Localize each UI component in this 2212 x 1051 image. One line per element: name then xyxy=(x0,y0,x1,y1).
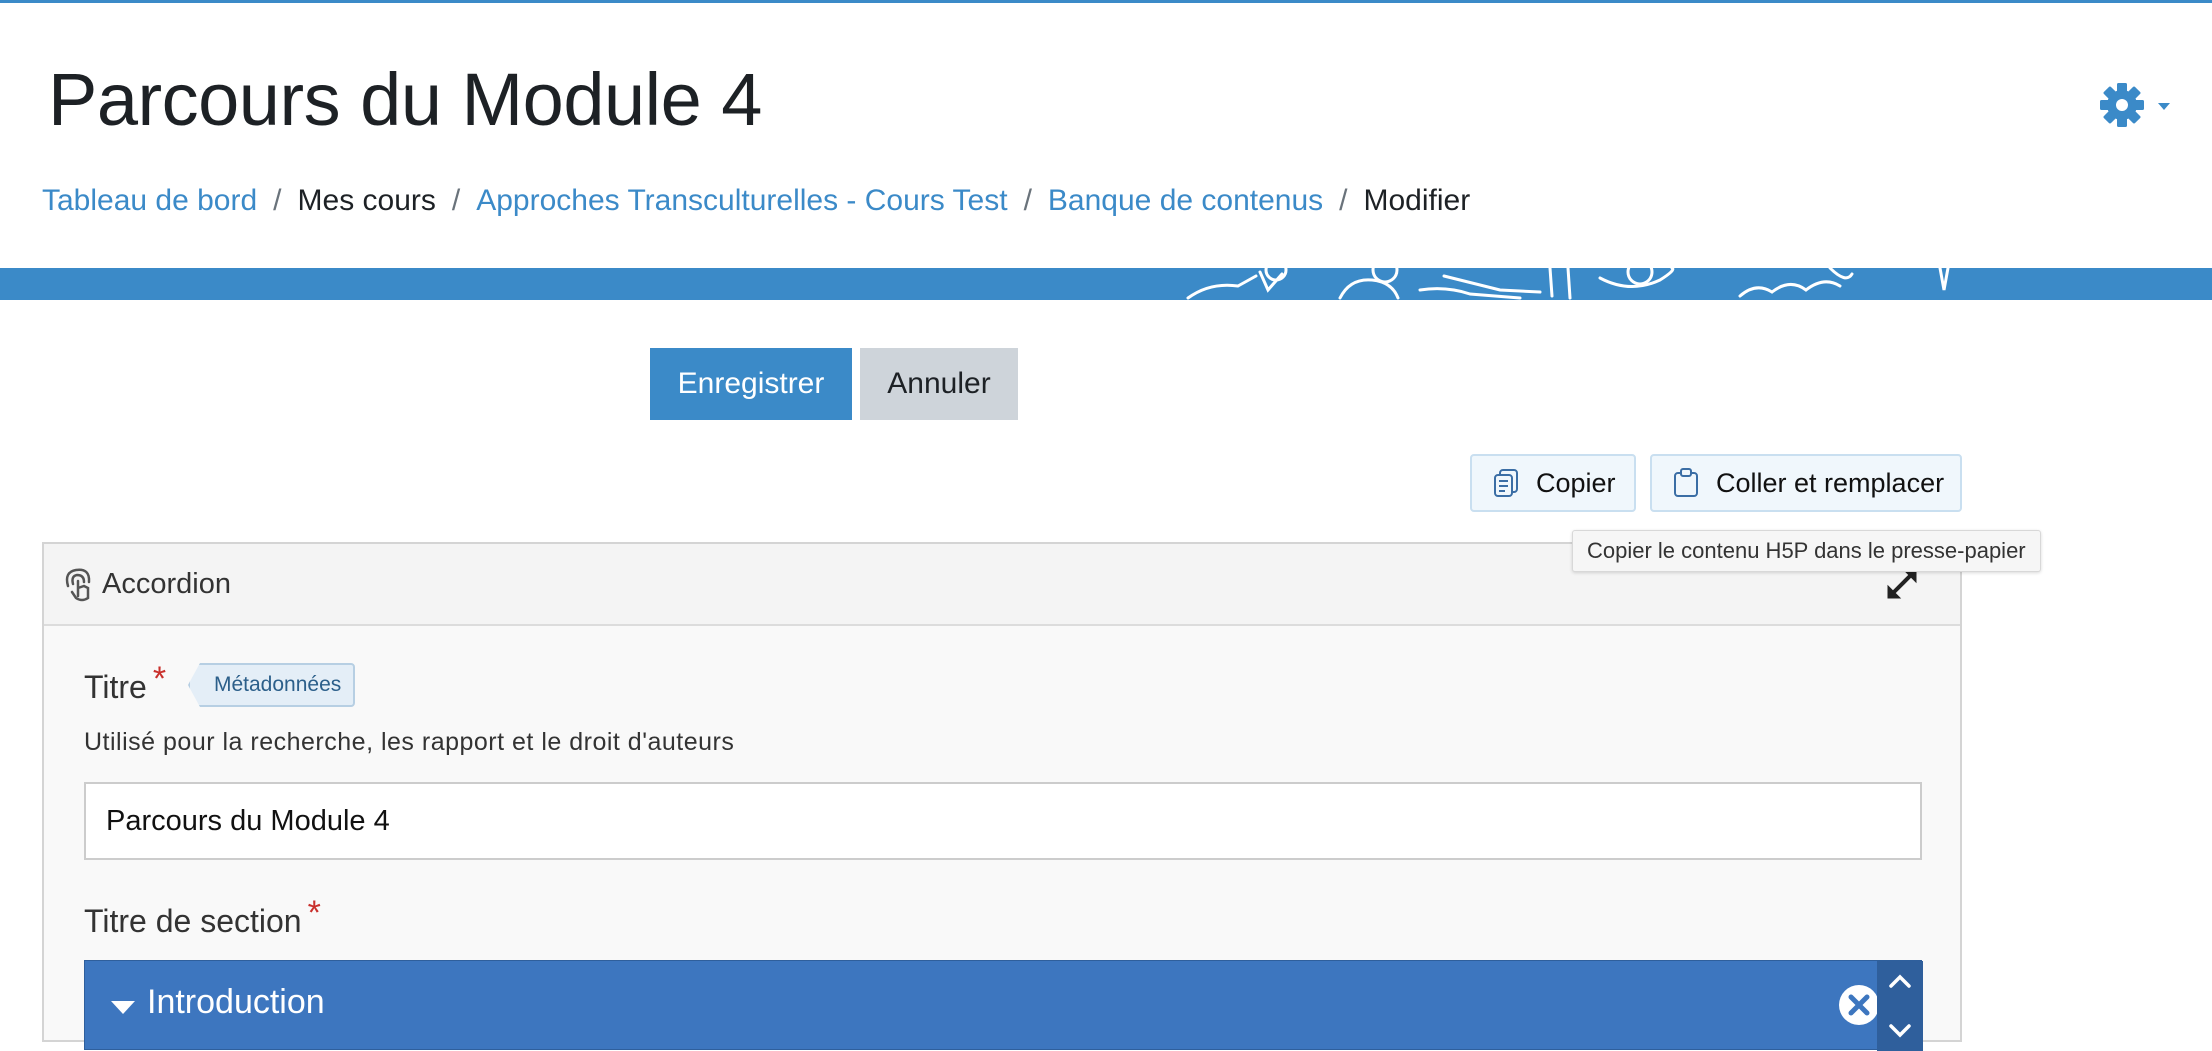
required-marker: * xyxy=(152,660,167,698)
library-name: Accordion xyxy=(102,568,231,600)
h5p-editor: Accordion Titre * Métadonnées Utilisé pou… xyxy=(42,542,1962,1051)
copy-button-label: Copier xyxy=(1536,467,1616,498)
required-marker: * xyxy=(307,894,321,932)
breadcrumb-link-dashboard[interactable]: Tableau de bord xyxy=(42,181,257,221)
save-button[interactable]: Enregistrer xyxy=(650,348,852,420)
title-field-description: Utilisé pour la recherche, les rapport e… xyxy=(84,728,735,756)
move-up-icon[interactable] xyxy=(1888,973,1912,994)
reorder-controls xyxy=(1877,961,1923,1051)
breadcrumb-separator: / xyxy=(451,184,461,217)
metadata-button[interactable]: Métadonnées xyxy=(188,663,356,707)
chevron-down-icon xyxy=(2158,103,2170,110)
copy-button[interactable]: Copier xyxy=(1470,454,1636,512)
title-field-label: Titre * xyxy=(84,660,166,707)
remove-section-icon[interactable] xyxy=(1837,983,1881,1032)
move-down-icon[interactable] xyxy=(1888,1023,1912,1044)
accordion-icon xyxy=(62,566,94,607)
breadcrumb-separator: / xyxy=(1023,184,1032,217)
gear-icon xyxy=(2100,83,2144,127)
decorative-banner xyxy=(0,268,2212,300)
section-item: Introduction xyxy=(84,960,1923,1051)
cancel-button[interactable]: Annuler xyxy=(860,348,1018,420)
section-title-label: Titre de section * xyxy=(84,894,321,941)
paste-replace-button-label: Coller et remplacer xyxy=(1716,467,1945,498)
breadcrumb-separator: / xyxy=(273,184,282,217)
breadcrumb-item-my-courses: Mes cours xyxy=(297,184,436,217)
copy-tooltip: Copier le contenu H5P dans le presse-pap… xyxy=(1572,530,2041,572)
section-title-label-text: Titre de section xyxy=(84,903,302,939)
title-input[interactable] xyxy=(84,782,1922,860)
section-title[interactable]: Introduction xyxy=(147,983,325,1022)
page-title: Parcours du Module 4 xyxy=(48,58,762,141)
clipboard-icon xyxy=(1672,468,1700,498)
title-label-text: Titre xyxy=(84,669,147,705)
breadcrumb-link-course[interactable]: Approches Transculturelles - Cours Test xyxy=(476,181,1007,221)
paste-replace-button[interactable]: Coller et remplacer xyxy=(1650,454,1962,512)
breadcrumb-separator: / xyxy=(1339,184,1348,217)
breadcrumb-link-content-bank[interactable]: Banque de contenus xyxy=(1048,181,1323,221)
page-header: Parcours du Module 4 Tableau de bord / M… xyxy=(0,3,2212,268)
breadcrumb: Tableau de bord / Mes cours / Approches Tran… xyxy=(42,181,1470,221)
copy-icon xyxy=(1492,468,1520,498)
caret-down-icon[interactable] xyxy=(111,1001,135,1020)
settings-menu-toggle[interactable] xyxy=(2098,81,2178,131)
breadcrumb-current: Modifier xyxy=(1363,184,1471,217)
